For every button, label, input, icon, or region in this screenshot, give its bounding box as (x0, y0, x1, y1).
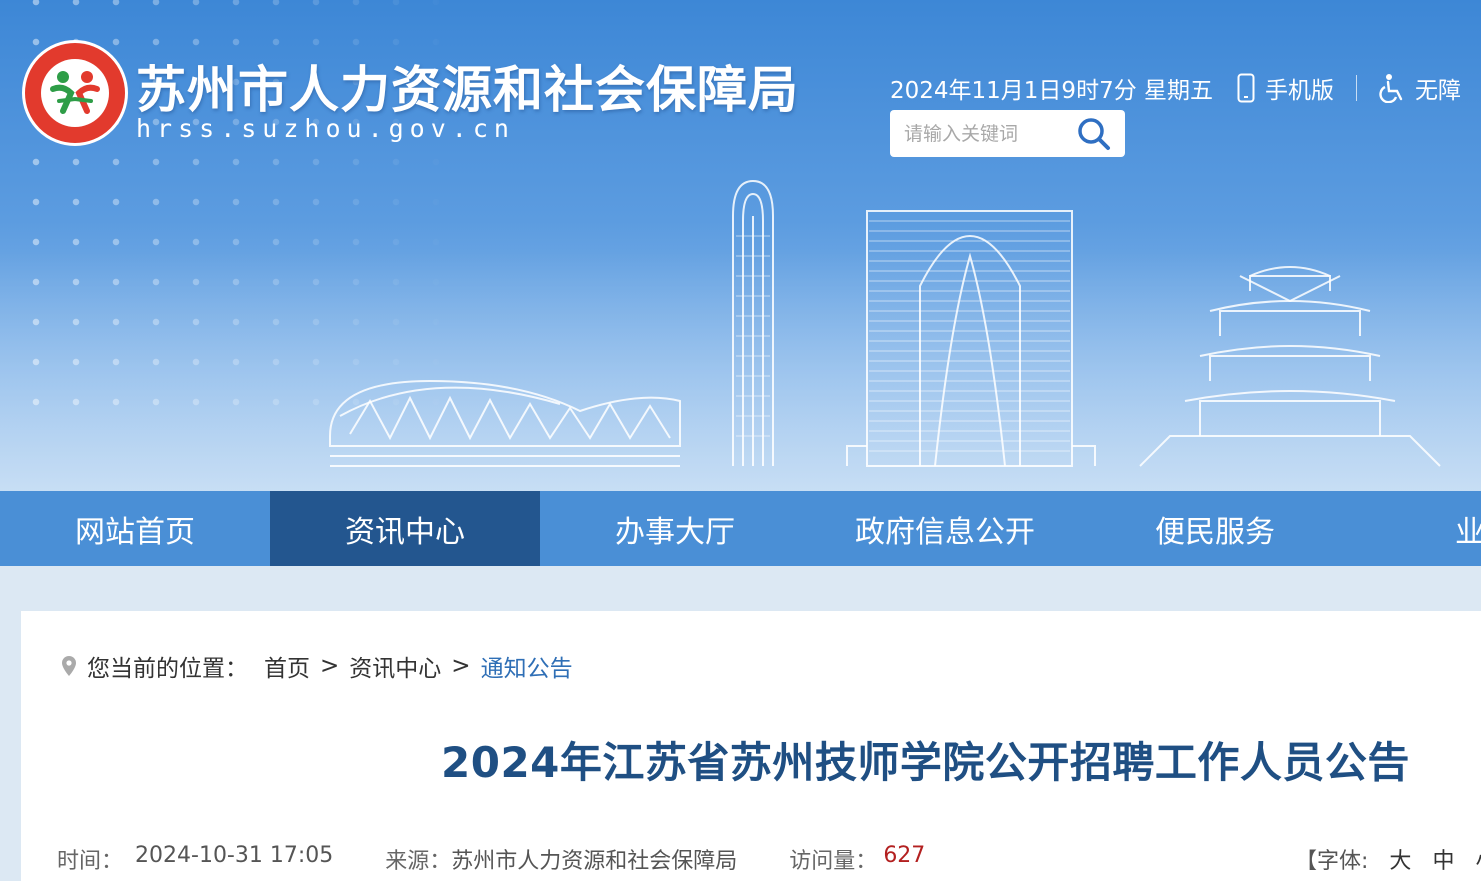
site-logo[interactable] (22, 40, 128, 146)
article-meta: 时间： 2024-10-31 17:05 来源： 苏州市人力资源和社会保障局 访… (57, 843, 925, 875)
font-large-button[interactable]: 大 (1389, 849, 1411, 874)
font-medium-button[interactable]: 中 (1432, 849, 1454, 874)
breadcrumb-news-center[interactable]: 资讯中心 (349, 649, 441, 683)
current-datetime: 2024年11月1日9时7分 星期五 (890, 78, 1214, 104)
breadcrumb-separator: > (320, 653, 340, 679)
breadcrumb-prefix: 您当前的位置： (87, 656, 248, 682)
search-box (890, 110, 1125, 157)
wheelchair-icon (1379, 74, 1403, 103)
top-utility-bar: 2024年11月1日9时7分 星期五 手机版 无障 (890, 70, 1461, 106)
nav-item-gov-info[interactable]: 政府信息公开 (810, 491, 1080, 566)
breadcrumb-separator: > (451, 653, 471, 679)
nav-item-news-center[interactable]: 资讯中心 (270, 491, 540, 566)
site-name[interactable]: 苏州市人力资源和社会保障局 (136, 50, 799, 122)
time-label: 时间： (57, 849, 124, 874)
location-pin-icon (62, 656, 76, 676)
mobile-version-link[interactable]: 手机版 (1237, 71, 1334, 105)
view-count: 627 (883, 843, 926, 868)
breadcrumb: 您当前的位置： 首页 > 资讯中心 > 通知公告 (61, 649, 573, 683)
nav-item-home[interactable]: 网站首页 (0, 491, 270, 566)
article-source: 苏州市人力资源和社会保障局 (451, 849, 738, 874)
accessibility-link[interactable]: 无障 (1379, 71, 1461, 105)
article-panel: 您当前的位置： 首页 > 资讯中心 > 通知公告 2024年江苏省苏州技师学院公… (21, 611, 1481, 881)
search-button[interactable] (1075, 116, 1113, 152)
font-small-button[interactable]: 小 (1475, 849, 1481, 874)
font-size-label: 【字体: (1295, 849, 1369, 874)
breadcrumb-home[interactable]: 首页 (264, 649, 310, 683)
mobile-phone-icon (1237, 73, 1255, 103)
city-skyline-illustration (329, 179, 1441, 467)
nav-item-service-hall[interactable]: 办事大厅 (540, 491, 810, 566)
header-banner: 苏州市人力资源和社会保障局 hrss.suzhou.gov.cn 2024年11… (0, 0, 1481, 491)
views-label: 访问量： (789, 849, 878, 874)
font-size-switcher: 【字体: 大 中 小 (1295, 843, 1481, 875)
logo-emblem-icon (50, 71, 100, 114)
site-domain: hrss.suzhou.gov.cn (136, 114, 515, 143)
article-title: 2024年江苏省苏州技师学院公开招聘工作人员公告 (441, 738, 1410, 787)
divider (1356, 75, 1358, 101)
source-label: 来源： (385, 849, 452, 874)
main-nav: 网站首页 资讯中心 办事大厅 政府信息公开 便民服务 业务 (0, 491, 1481, 566)
nav-item-business[interactable]: 业务 (1350, 491, 1481, 566)
publish-time: 2024-10-31 17:05 (135, 843, 334, 868)
search-input[interactable] (904, 120, 1074, 148)
nav-item-public-service[interactable]: 便民服务 (1080, 491, 1350, 566)
search-icon (1078, 118, 1110, 150)
breadcrumb-notices[interactable]: 通知公告 (481, 649, 573, 683)
